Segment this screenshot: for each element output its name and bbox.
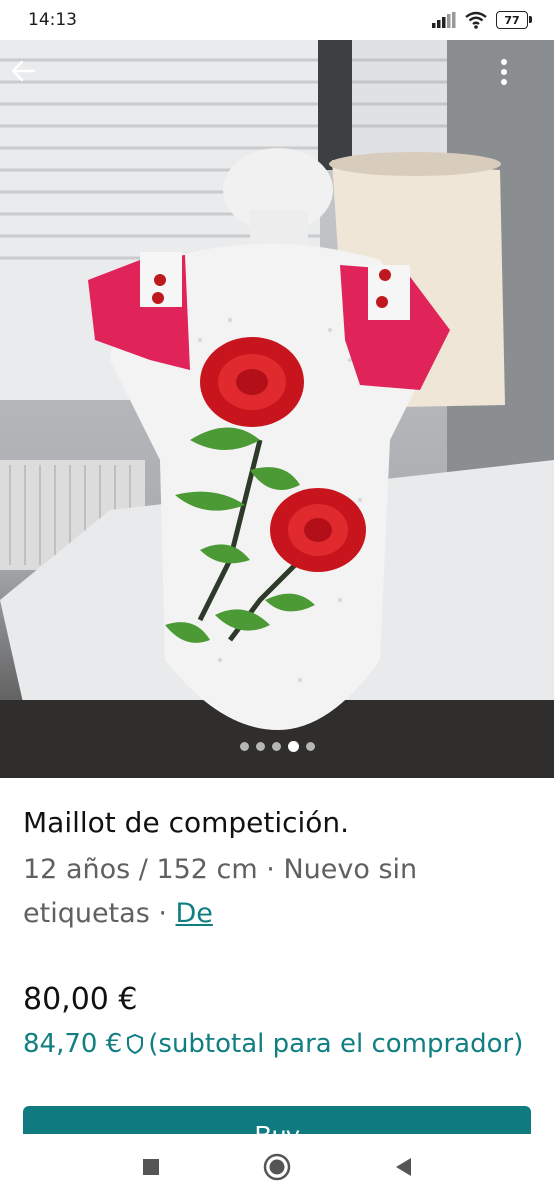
triangle-back-icon [396, 1158, 411, 1176]
battery-level: 77 [504, 13, 520, 27]
circle-icon [263, 1153, 291, 1181]
wifi-icon [465, 11, 487, 29]
recents-button[interactable] [136, 1152, 166, 1182]
status-icons: 77 [432, 11, 532, 29]
buyer-price-note: (subtotal para el comprador) [148, 1029, 524, 1059]
carousel-dot[interactable] [239, 742, 249, 751]
back-button[interactable] [10, 58, 54, 102]
carousel-dot[interactable] [305, 742, 315, 751]
square-icon [143, 1159, 159, 1175]
signal-icon [432, 12, 456, 28]
buyer-price: 84,70 € [23, 1029, 123, 1059]
product-photo[interactable] [0, 40, 554, 778]
arrow-left-icon [11, 60, 36, 82]
system-nav-bar [0, 1134, 554, 1200]
status-bar: 14:13 77 [0, 0, 554, 40]
home-button[interactable] [262, 1152, 292, 1182]
carousel-dot-active[interactable] [287, 741, 299, 752]
shield-icon [127, 1033, 144, 1055]
product-image [0, 40, 554, 778]
item-title: Maillot de competición. [23, 806, 350, 839]
item-details: Maillot de competición. 12 años / 152 cm… [23, 800, 533, 1064]
more-vertical-icon [501, 59, 507, 85]
status-time: 14:13 [28, 10, 77, 30]
item-subtitle: 12 años / 152 cm · Nuevo sin etiquetas ·… [23, 848, 533, 936]
more-options-button[interactable] [500, 58, 544, 102]
item-price: 80,00 € [23, 982, 138, 1017]
carousel-indicator [0, 741, 554, 752]
carousel-dot[interactable] [271, 742, 281, 751]
battery-icon: 77 [496, 11, 532, 29]
back-nav-button[interactable] [388, 1152, 418, 1182]
carousel-dot[interactable] [255, 742, 265, 751]
buyer-price-row[interactable]: 84,70 € (subtotal para el comprador) [23, 1024, 533, 1064]
item-attributes: 12 años / 152 cm · Nuevo sin etiquetas · [23, 854, 418, 929]
brand-link[interactable]: De [176, 898, 213, 929]
